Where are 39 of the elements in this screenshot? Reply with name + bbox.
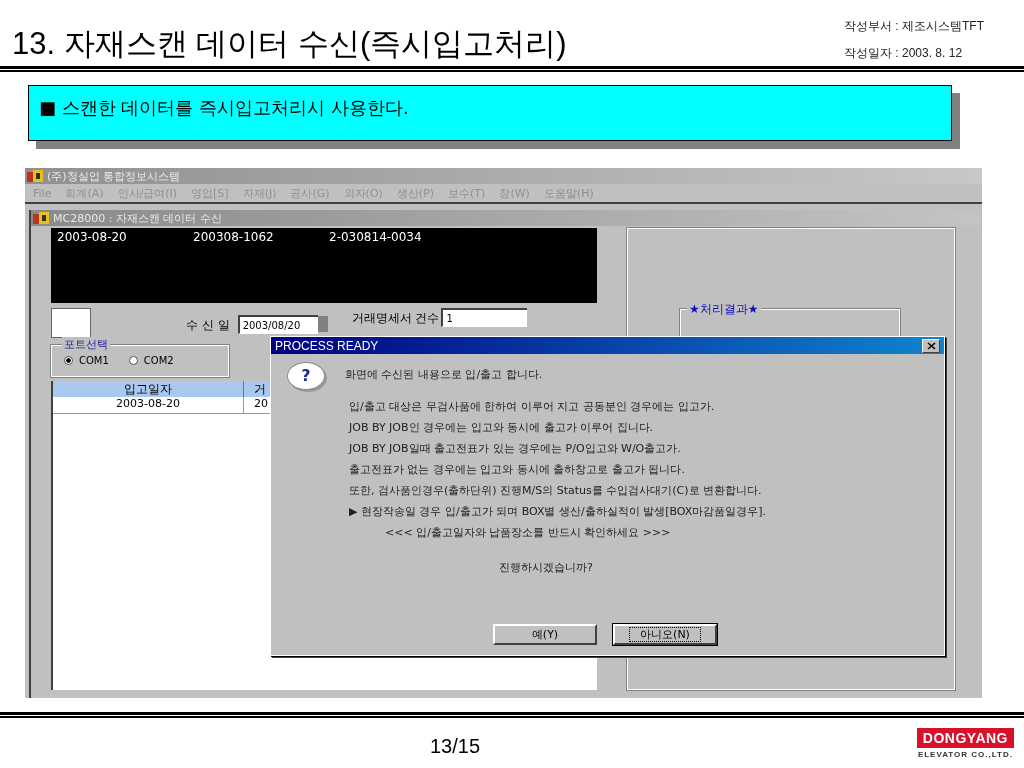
- scan-value: 2-030814-0034: [329, 230, 423, 244]
- dialog-button[interactable]: 예(Y): [493, 624, 597, 645]
- message-line: <<< 입/출고일자와 납품장소를 반드시 확인하세요 >>>: [385, 525, 672, 541]
- logo-name: DONGYANG: [916, 728, 1014, 748]
- slide-title: 13. 자재스캔 데이터 수신(즉시입고처리): [12, 25, 567, 63]
- window-icon: [33, 212, 49, 224]
- count-field[interactable]: 1: [441, 308, 528, 327]
- radio-option[interactable]: COM1: [64, 355, 109, 366]
- child-title: MC28000 : 자재스캔 데이터 수신: [53, 210, 222, 226]
- message-line: 출고전표가 없는 경우에는 입고와 동시에 출하창고로 출고가 됩니다.: [349, 462, 686, 478]
- message-line: JOB BY JOB인 경우에는 입고와 동시에 출고가 이루어 집니다.: [349, 420, 655, 436]
- department-text: 작성부서 : 제조시스템TFT: [844, 18, 984, 35]
- message-line: JOB BY JOB일때 출고전표가 있는 경우에는 P/O입고와 W/O출고가.: [349, 441, 682, 457]
- message-line: ▶ 현장작송일 경우 입/출고가 되며 BOX별 생산/출하실적이 발생[BOX마감품일경우].: [349, 504, 767, 520]
- date-picker-button[interactable]: [317, 316, 328, 332]
- message-line: 또한, 검사품인경우(출하단위) 진행M/S의 Status를 수입검사대기(C)로 변환합니다.: [349, 483, 763, 499]
- close-icon: [926, 341, 936, 350]
- statement-count-label: 거래명세서 건수: [351, 310, 440, 327]
- question-icon: ?: [287, 362, 325, 390]
- scan-value: 2003-08-20: [57, 230, 128, 244]
- page-number: 13/15: [430, 735, 481, 758]
- dialog-button[interactable]: 아니오(N): [613, 624, 717, 645]
- result-group-label: ★처리결과★: [687, 301, 761, 318]
- date-field[interactable]: 2003/08/20: [237, 315, 318, 334]
- blank-box: [51, 308, 91, 338]
- column-header: 입고일자: [53, 381, 244, 397]
- dialog-title: PROCESS READY: [275, 338, 379, 353]
- message-line: 화면에 수신된 내용으로 입/출고 합니다.: [345, 367, 544, 383]
- logo-subtitle: ELEVATOR CO.,LTD.: [917, 750, 1013, 759]
- app-icon: [27, 170, 43, 182]
- scan-value: 200308-1062: [193, 230, 275, 244]
- question-text: 진행하시겠습니까?: [499, 560, 594, 576]
- date-text: 작성일자 : 2003. 8. 12: [844, 45, 964, 62]
- table-cell: 2003-08-20: [53, 397, 244, 414]
- close-button[interactable]: [922, 338, 940, 353]
- radio-option[interactable]: COM2: [128, 355, 174, 366]
- port-group-label: 포트선택: [62, 337, 110, 352]
- app-title: (주)청실업 통합정보시스템: [47, 168, 181, 184]
- receive-date-label: 수 신 일: [186, 317, 230, 334]
